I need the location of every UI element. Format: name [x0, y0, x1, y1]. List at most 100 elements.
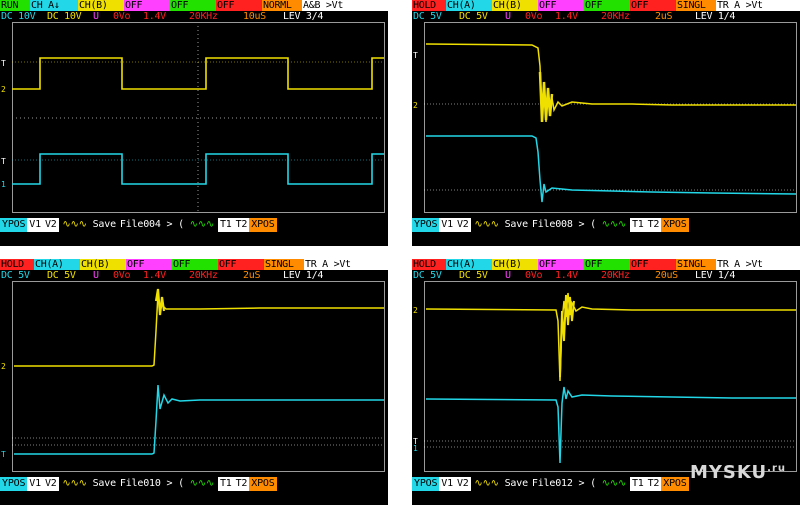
save-button[interactable]: Save	[502, 477, 530, 491]
ypos-button[interactable]: YPOS	[0, 218, 28, 232]
trigger-source[interactable]: A&B >Vt	[302, 0, 388, 11]
time-base[interactable]: 2uS	[654, 11, 694, 22]
channel-c-scale[interactable]: U	[504, 270, 524, 281]
offset-value[interactable]: 0Vo	[112, 11, 142, 22]
channel-b-selector[interactable]: CH(B)	[78, 0, 124, 11]
t2-button[interactable]: T2	[645, 218, 662, 232]
trigger-source[interactable]: TR A >Vt	[716, 0, 800, 11]
v2-button[interactable]: V2	[42, 218, 59, 232]
generator-frequency[interactable]: 20KHz	[188, 11, 242, 22]
v2-button[interactable]: V2	[454, 477, 471, 491]
trigger-voltage[interactable]: 1.4V	[554, 270, 600, 281]
xpos-button[interactable]: XPOS	[249, 477, 277, 491]
channel-c-scale[interactable]: U	[504, 11, 524, 22]
t2-button[interactable]: T2	[233, 218, 250, 232]
channel-c-scale[interactable]: U	[92, 270, 112, 281]
trigger-voltage[interactable]: 1.4V	[142, 270, 188, 281]
math-selector[interactable]: OFF	[630, 0, 676, 11]
trigger-voltage[interactable]: 1.4V	[554, 11, 600, 22]
waveform-area[interactable]: 2 T	[412, 22, 800, 214]
ypos-button[interactable]: YPOS	[412, 477, 440, 491]
ypos-button[interactable]: YPOS	[412, 218, 440, 232]
waveform-area[interactable]: T 2 T 1	[0, 22, 388, 214]
offset-value[interactable]: 0Vo	[524, 270, 554, 281]
generator-frequency[interactable]: 20KHz	[600, 270, 654, 281]
channel-a-selector[interactable]: CH(A)	[446, 259, 492, 270]
t2-button[interactable]: T2	[233, 477, 250, 491]
save-button[interactable]: Save	[90, 477, 118, 491]
t2-button[interactable]: T2	[645, 477, 662, 491]
waveform-area[interactable]: 2 T 1	[412, 281, 800, 473]
offset-value[interactable]: 0Vo	[112, 270, 142, 281]
channel-c-selector[interactable]: OFF	[538, 259, 584, 270]
channel-b-selector[interactable]: CH(B)	[492, 0, 538, 11]
channel-a-scale[interactable]: DC 5V	[412, 270, 458, 281]
channel-c-selector[interactable]: OFF	[124, 0, 170, 11]
trigger-mode[interactable]: SINGL	[264, 259, 304, 270]
xpos-button[interactable]: XPOS	[249, 218, 277, 232]
file-name[interactable]: File010 > (	[117, 477, 186, 491]
channel-a-scale[interactable]: DC 5V	[412, 11, 458, 22]
channel-d-selector[interactable]: OFF	[172, 259, 218, 270]
math-selector[interactable]: OFF	[630, 259, 676, 270]
channel-a-scale[interactable]: DC 10V	[0, 11, 46, 22]
run-state[interactable]: HOLD	[412, 0, 446, 11]
channel-c-scale[interactable]: U	[92, 11, 112, 22]
xpos-button[interactable]: XPOS	[661, 218, 689, 232]
v1-button[interactable]: V1	[27, 218, 43, 232]
channel-c-selector[interactable]: OFF	[538, 0, 584, 11]
generator-frequency[interactable]: 20KHz	[188, 270, 242, 281]
math-selector[interactable]: OFF	[218, 259, 264, 270]
channel-a-selector[interactable]: CH A↓	[30, 0, 78, 11]
trigger-voltage[interactable]: 1.4V	[142, 11, 188, 22]
channel-b-scale[interactable]: DC 5V	[458, 11, 504, 22]
run-state[interactable]: HOLD	[412, 259, 446, 270]
offset-value[interactable]: 0Vo	[524, 11, 554, 22]
trigger-level[interactable]: LEV 1/4	[694, 11, 780, 22]
generator-frequency[interactable]: 20KHz	[600, 11, 654, 22]
trigger-level[interactable]: LEV 3/4	[282, 11, 368, 22]
save-button[interactable]: Save	[90, 218, 118, 232]
t1-button[interactable]: T1	[217, 477, 234, 491]
trigger-source[interactable]: TR A >Vt	[304, 259, 388, 270]
channel-c-selector[interactable]: OFF	[126, 259, 172, 270]
t1-button[interactable]: T1	[217, 218, 234, 232]
t1-button[interactable]: T1	[629, 218, 646, 232]
channel-a-selector[interactable]: CH(A)	[446, 0, 492, 11]
time-base[interactable]: 2uS	[242, 270, 282, 281]
trigger-mode[interactable]: NORML	[262, 0, 302, 11]
save-button[interactable]: Save	[502, 218, 530, 232]
file-name[interactable]: File012 > (	[529, 477, 598, 491]
channel-b-scale[interactable]: DC 5V	[46, 270, 92, 281]
ypos-button[interactable]: YPOS	[0, 477, 28, 491]
channel-b-scale[interactable]: DC 5V	[458, 270, 504, 281]
trigger-source[interactable]: TR A >Vt	[716, 259, 800, 270]
channel-d-selector[interactable]: OFF	[584, 0, 630, 11]
v2-button[interactable]: V2	[454, 218, 471, 232]
run-state[interactable]: RUN	[0, 0, 30, 11]
channel-a-selector[interactable]: CH(A)	[34, 259, 80, 270]
math-selector[interactable]: OFF	[216, 0, 262, 11]
channel-a-scale[interactable]: DC 5V	[0, 270, 46, 281]
file-name[interactable]: File008 > (	[529, 218, 598, 232]
channel-b-selector[interactable]: CH(B)	[80, 259, 126, 270]
trigger-mode[interactable]: SINGL	[676, 0, 716, 11]
time-base[interactable]: 20uS	[654, 270, 694, 281]
channel-b-scale[interactable]: DC 10V	[46, 11, 92, 22]
channel-d-selector[interactable]: OFF	[584, 259, 630, 270]
v2-button[interactable]: V2	[42, 477, 59, 491]
channel-d-selector[interactable]: OFF	[170, 0, 216, 11]
run-state[interactable]: HOLD	[0, 259, 34, 270]
time-base[interactable]: 10uS	[242, 11, 282, 22]
trigger-level[interactable]: LEV 1/4	[282, 270, 368, 281]
trigger-level[interactable]: LEV 1/4	[694, 270, 780, 281]
waveform-area[interactable]: 2 T	[0, 281, 388, 473]
v1-button[interactable]: V1	[27, 477, 43, 491]
v1-button[interactable]: V1	[439, 218, 455, 232]
xpos-button[interactable]: XPOS	[661, 477, 689, 491]
trigger-mode[interactable]: SINGL	[676, 259, 716, 270]
file-name[interactable]: File004 > (	[117, 218, 186, 232]
channel-b-selector[interactable]: CH(B)	[492, 259, 538, 270]
v1-button[interactable]: V1	[439, 477, 455, 491]
t1-button[interactable]: T1	[629, 477, 646, 491]
